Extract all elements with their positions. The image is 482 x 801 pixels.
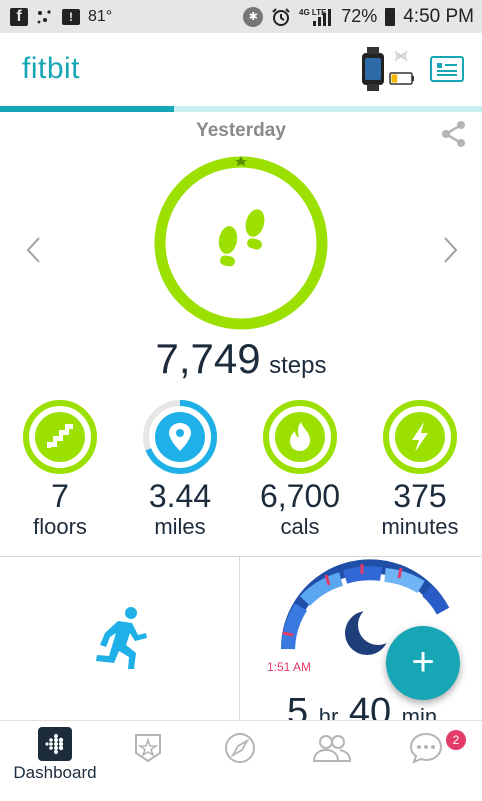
status-bar-right: ✱ 4G LTE 72% 4:50 PM: [243, 6, 474, 28]
miles-value: 3.44: [148, 478, 212, 514]
fitbit-logo: fitbit: [22, 52, 81, 85]
sleep-start-time: 1:51 AM: [267, 660, 312, 674]
stat-minutes[interactable]: 375 minutes: [360, 398, 480, 540]
tab-dashboard-label: Dashboard: [13, 763, 97, 782]
alarm-icon: [271, 7, 291, 27]
sleep-hours: 5: [287, 691, 309, 723]
cals-unit: cals: [280, 514, 320, 539]
day-label: Yesterday: [196, 120, 286, 141]
share-icon[interactable]: [440, 120, 468, 148]
steps-value: 7,749 steps: [0, 335, 482, 383]
header-actions: [354, 47, 464, 91]
next-day-button[interactable]: [440, 235, 460, 265]
notification-badge: 2: [446, 730, 466, 750]
sync-progress-fill: [0, 106, 174, 112]
stats-row: 7 floors 3.44 miles 6,700 cals 375 minut…: [0, 398, 482, 548]
tab-messages[interactable]: 2: [386, 721, 482, 801]
tab-challenges[interactable]: [100, 721, 196, 801]
clock: 4:50 PM: [403, 5, 474, 27]
steps-number: 7,749: [155, 335, 261, 382]
chat-icon: [409, 732, 443, 764]
friends-icon: [312, 735, 352, 762]
floors-value: 7: [51, 478, 69, 514]
stat-floors[interactable]: 7 floors: [0, 398, 120, 540]
tracker-status[interactable]: [354, 47, 416, 91]
app-header: fitbit: [0, 33, 482, 105]
steps-unit: steps: [269, 352, 327, 379]
status-bar: f ! 81° ✱ 4G LTE 72% 4:50 PM: [0, 0, 482, 33]
stat-miles[interactable]: 3.44 miles: [120, 398, 240, 540]
floors-unit: floors: [33, 514, 87, 539]
compass-icon: [225, 733, 255, 763]
sleep-minutes: 40: [348, 691, 392, 723]
wireless-icon: [394, 50, 408, 62]
miles-unit: miles: [154, 514, 206, 539]
temperature: 81°: [88, 7, 113, 25]
cals-value: 6,700: [259, 478, 341, 514]
tab-dashboard[interactable]: Dashboard: [0, 721, 110, 801]
facebook-icon: f: [10, 7, 28, 26]
add-button[interactable]: +: [386, 626, 460, 700]
footsteps-icon: [218, 209, 265, 267]
stat-cals[interactable]: 6,700 cals: [240, 398, 360, 540]
profile-card-icon[interactable]: [430, 56, 464, 82]
network-label: 4G LTE: [299, 8, 327, 17]
minutes-unit: minutes: [381, 514, 459, 539]
battery-percent: 72%: [341, 6, 378, 26]
tab-discover[interactable]: [193, 721, 289, 801]
minutes-value: 375: [393, 478, 447, 514]
running-person-icon: [96, 607, 147, 669]
status-bar-left: f ! 81°: [10, 7, 113, 26]
chevron-right-icon: [444, 237, 458, 263]
previous-day-button[interactable]: [24, 235, 44, 265]
watch-icon: [362, 47, 414, 91]
fitbit-dots-icon: [38, 727, 72, 761]
battery-icon: [385, 7, 396, 26]
signal-icon: 4G LTE: [299, 7, 333, 27]
bottom-nav: Dashboard 2: [0, 720, 482, 800]
sync-progress-bar: [0, 106, 482, 112]
bluetooth-icon: ✱: [243, 6, 264, 27]
challenges-star-icon: [135, 734, 161, 763]
dots-icon: [36, 9, 54, 25]
exercise-tile[interactable]: [0, 557, 240, 723]
steps-ring[interactable]: [152, 154, 330, 332]
message-icon: !: [62, 8, 80, 25]
tracker-battery-level: [391, 74, 398, 83]
chevron-left-icon: [26, 237, 40, 263]
tab-friends[interactable]: [285, 721, 381, 801]
